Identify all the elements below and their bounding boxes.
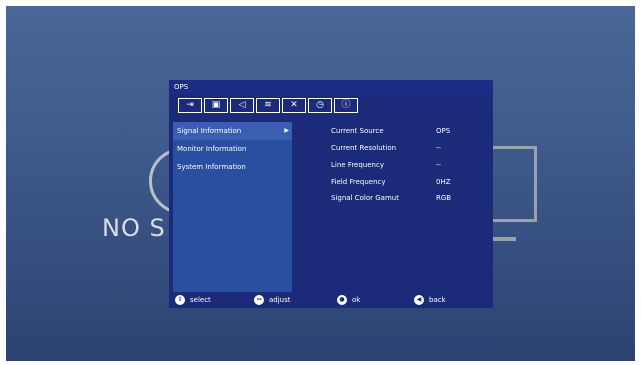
menu-list: Signal Information ▶ Monitor Information… bbox=[173, 122, 292, 292]
monitor-stand bbox=[490, 237, 516, 241]
no-signal-text: NO S bbox=[102, 214, 166, 242]
menu-item-signal-information[interactable]: Signal Information ▶ bbox=[173, 122, 292, 140]
footer-back: ◀ back bbox=[414, 295, 446, 305]
info-value: OPS bbox=[436, 127, 451, 135]
info-value: RGB bbox=[436, 194, 452, 202]
info-value: -- bbox=[436, 161, 442, 169]
footer-adjust: ⇔ adjust bbox=[254, 295, 291, 305]
chevron-right-icon: ▶ bbox=[284, 127, 289, 134]
picture-icon[interactable]: ▣ bbox=[204, 98, 228, 113]
footer-ok: ● ok bbox=[337, 295, 360, 305]
menu-item-label: System Information bbox=[177, 163, 246, 171]
ok-icon: ● bbox=[337, 295, 347, 305]
menu-item-system-information[interactable]: System Information bbox=[173, 158, 292, 176]
info-label: Signal Color Gamut bbox=[331, 194, 399, 202]
tv-screen: NO S OPS ⇥ ▣ ◁ ≋ ✕ ◷ ⓘ Signal Informatio… bbox=[6, 6, 635, 361]
osd-menu: OPS ⇥ ▣ ◁ ≋ ✕ ◷ ⓘ Signal Information ▶ M… bbox=[169, 80, 493, 308]
clock-icon[interactable]: ◷ bbox=[308, 98, 332, 113]
audio-icon[interactable]: ◁ bbox=[230, 98, 254, 113]
menu-item-label: Signal Information bbox=[177, 127, 242, 135]
info-label: Line Frequency bbox=[331, 161, 384, 169]
footer-adjust-label: adjust bbox=[269, 296, 291, 304]
info-label: Current Resolution bbox=[331, 144, 397, 152]
back-icon: ◀ bbox=[414, 295, 424, 305]
osd-footer: ⇕ select ⇔ adjust ● ok ◀ back bbox=[169, 292, 493, 308]
menu-item-label: Monitor Information bbox=[177, 145, 247, 153]
updown-icon: ⇕ bbox=[175, 295, 185, 305]
input-icon[interactable]: ⇥ bbox=[178, 98, 202, 113]
menu-item-monitor-information[interactable]: Monitor Information bbox=[173, 140, 292, 158]
tools-icon[interactable]: ✕ bbox=[282, 98, 306, 113]
leftright-icon: ⇔ bbox=[254, 295, 264, 305]
info-value: -- bbox=[436, 144, 442, 152]
info-label: Field Frequency bbox=[331, 178, 386, 186]
footer-select: ⇕ select bbox=[175, 295, 211, 305]
info-value: 0HZ bbox=[436, 178, 451, 186]
tab-bar: ⇥ ▣ ◁ ≋ ✕ ◷ ⓘ bbox=[178, 98, 360, 114]
footer-select-label: select bbox=[190, 296, 211, 304]
footer-back-label: back bbox=[429, 296, 446, 304]
footer-ok-label: ok bbox=[352, 296, 361, 304]
wifi-icon[interactable]: ≋ bbox=[256, 98, 280, 113]
info-icon[interactable]: ⓘ bbox=[334, 98, 358, 113]
osd-title: OPS bbox=[169, 80, 493, 94]
info-label: Current Source bbox=[331, 127, 384, 135]
